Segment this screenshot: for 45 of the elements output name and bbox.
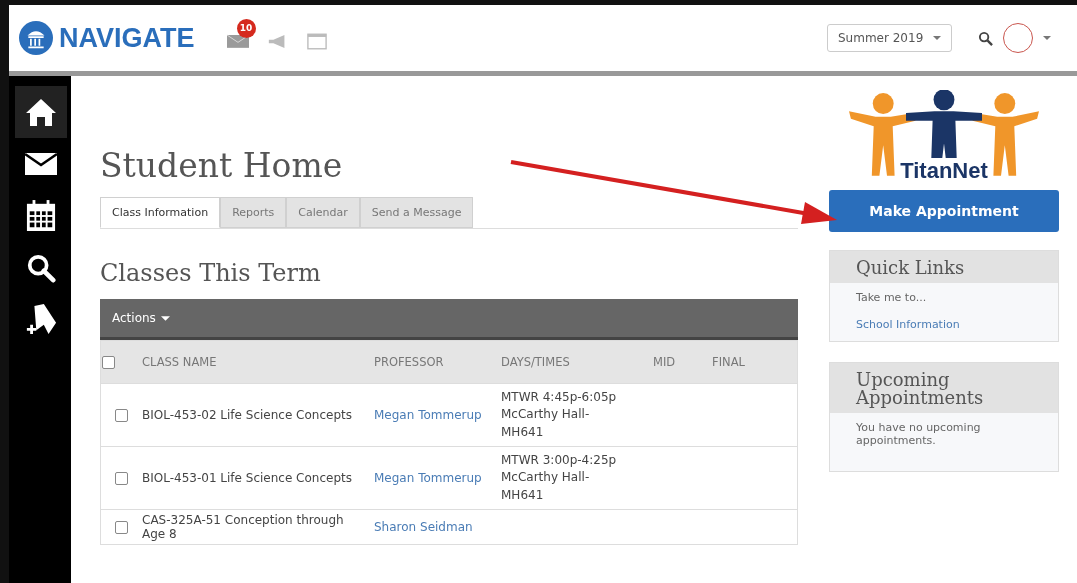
table-cell: BIOL-453-02 Life Science Concepts <box>141 383 373 447</box>
column-header: DAYS/TIMES <box>500 340 652 384</box>
term-select[interactable]: Summer 2019 <box>827 24 952 52</box>
panel-title: Quick Links <box>830 251 1058 283</box>
table-cell: BIOL-453-01 Life Science Concepts <box>141 446 373 510</box>
actions-menu[interactable]: Actions <box>112 311 170 325</box>
section-title: Classes This Term <box>100 259 322 287</box>
sidebar-item[interactable] <box>15 86 67 138</box>
building-icon <box>19 21 53 55</box>
tab[interactable]: Reports <box>220 197 287 228</box>
home-icon <box>25 97 57 127</box>
panel-text: You have no upcoming appointments. <box>856 421 982 447</box>
caret-icon <box>160 315 170 321</box>
caret-icon[interactable] <box>1043 36 1051 40</box>
quick-link[interactable]: School Information <box>856 318 1032 331</box>
search-icon[interactable] <box>978 30 993 46</box>
page-title: Student Home <box>100 146 344 185</box>
calendar-icon <box>26 200 56 232</box>
table-cell: CAS-325A-51 Conception through Age 8 <box>141 509 373 545</box>
mail-icon[interactable] <box>226 32 249 48</box>
bookmark-plus-icon <box>25 304 57 336</box>
table-cell-text: MTWR 4:45p-6:05p McCarthy Hall- MH641 <box>501 388 618 441</box>
column-header: CLASS NAME <box>141 340 373 384</box>
column-header: FINAL <box>711 340 798 384</box>
checkbox[interactable] <box>114 472 128 485</box>
notification-badge: 10 <box>236 18 256 38</box>
tab[interactable]: Class Information <box>100 197 221 228</box>
professor-link[interactable]: Megan Tommerup <box>374 471 482 485</box>
panel-text: Take me to... <box>856 291 928 304</box>
column-header: MID <box>652 340 712 384</box>
tab[interactable]: Send a Message <box>359 197 474 228</box>
checkbox[interactable] <box>102 356 115 369</box>
tab[interactable]: Calendar <box>286 197 360 228</box>
checkbox[interactable] <box>114 521 128 534</box>
professor-link[interactable]: Megan Tommerup <box>374 408 482 422</box>
caret-icon <box>933 36 941 40</box>
table-cell-text: MTWR 3:00p-4:25p McCarthy Hall- MH641 <box>501 451 618 504</box>
make-appointment-button[interactable]: Make Appointment <box>829 190 1059 232</box>
checkbox[interactable] <box>114 409 128 422</box>
search-icon <box>26 253 56 283</box>
professor-link[interactable]: Sharon Seidman <box>374 520 473 534</box>
logo-text[interactable]: NAVIGATE <box>59 22 195 54</box>
column-header: PROFESSOR <box>373 340 500 384</box>
panel-title: Upcoming Appointments <box>830 363 1058 413</box>
mail-icon <box>25 153 57 175</box>
